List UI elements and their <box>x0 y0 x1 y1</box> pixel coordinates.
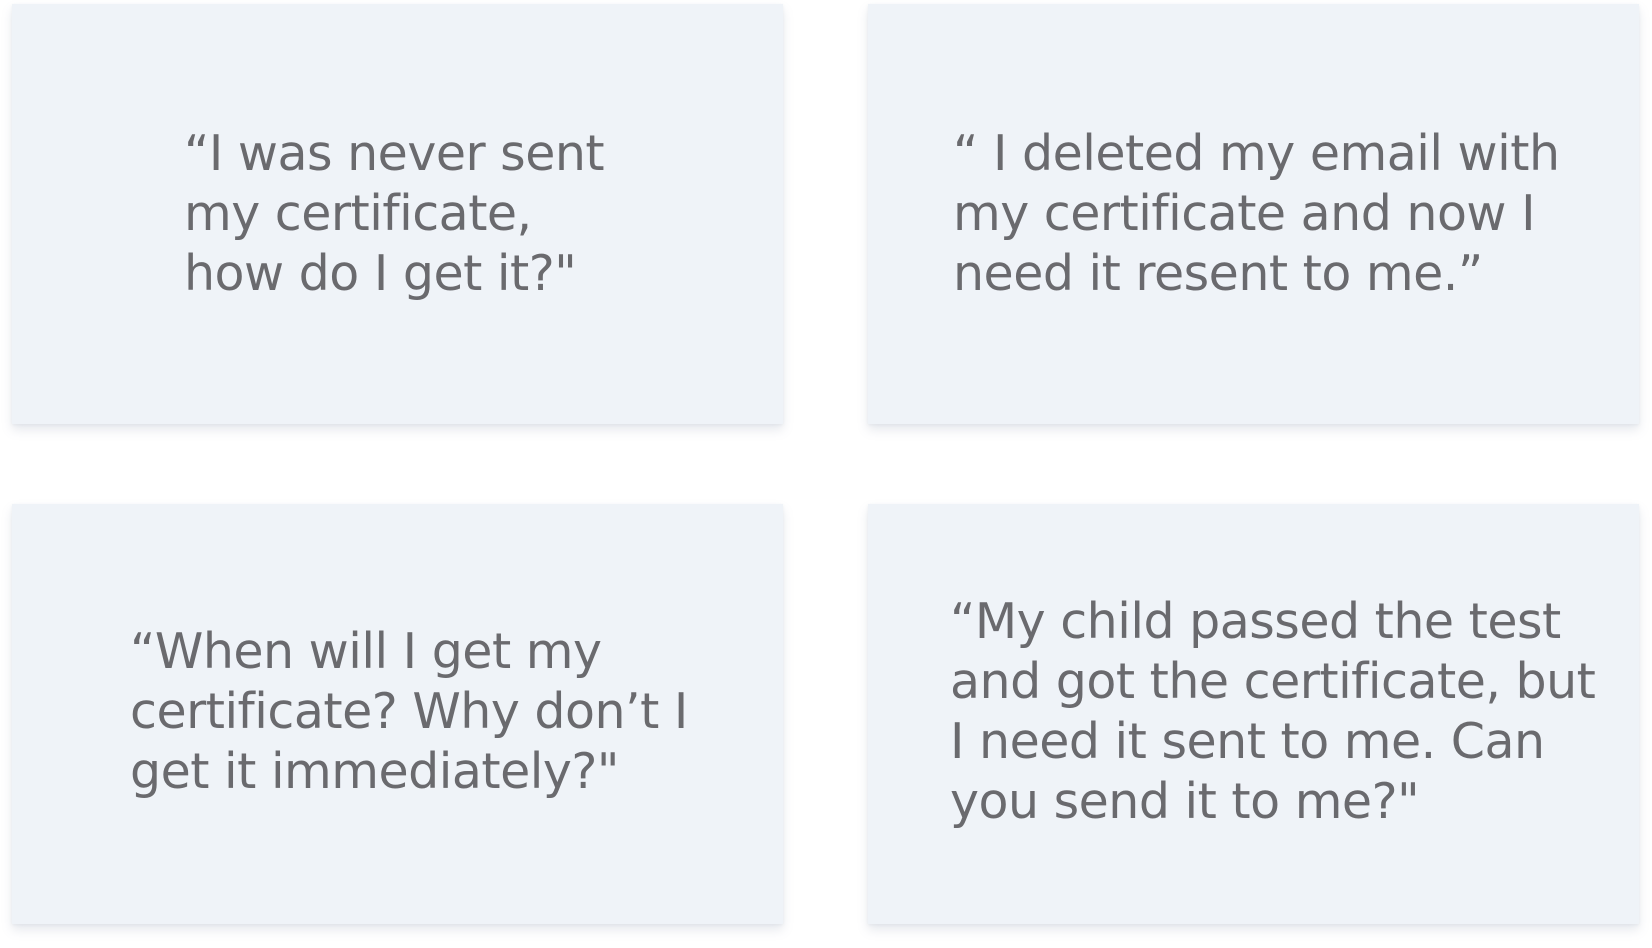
quote-line: get it immediately?" <box>130 743 619 800</box>
quote-line: need it resent to me.” <box>953 245 1483 302</box>
quote-text: “I was never sent my certificate, how do… <box>184 124 605 304</box>
quote-card: “ I deleted my email with my certificate… <box>868 4 1639 424</box>
quote-line: “My child passed the test <box>950 593 1561 650</box>
quote-line: I need it sent to me. Can <box>950 713 1545 770</box>
quote-card: “When will I get my certificate? Why don… <box>12 504 783 924</box>
quote-line: you send it to me?" <box>950 773 1420 830</box>
quote-line: my certificate and now I <box>953 185 1536 242</box>
quote-text: “ I deleted my email with my certificate… <box>953 124 1560 304</box>
quote-line: “When will I get my <box>130 623 602 680</box>
quote-line: my certificate, <box>184 185 532 242</box>
quote-text: “When will I get my certificate? Why don… <box>130 622 688 802</box>
quote-line: “ I deleted my email with <box>953 125 1560 182</box>
quote-card: “My child passed the test and got the ce… <box>868 504 1639 924</box>
quote-line: and got the certificate, but <box>950 653 1596 710</box>
quote-line: how do I get it?" <box>184 245 577 302</box>
quote-card: “I was never sent my certificate, how do… <box>12 4 783 424</box>
quote-text: “My child passed the test and got the ce… <box>950 592 1596 832</box>
quote-line: “I was never sent <box>184 125 605 182</box>
quote-line: certificate? Why don’t I <box>130 683 688 740</box>
